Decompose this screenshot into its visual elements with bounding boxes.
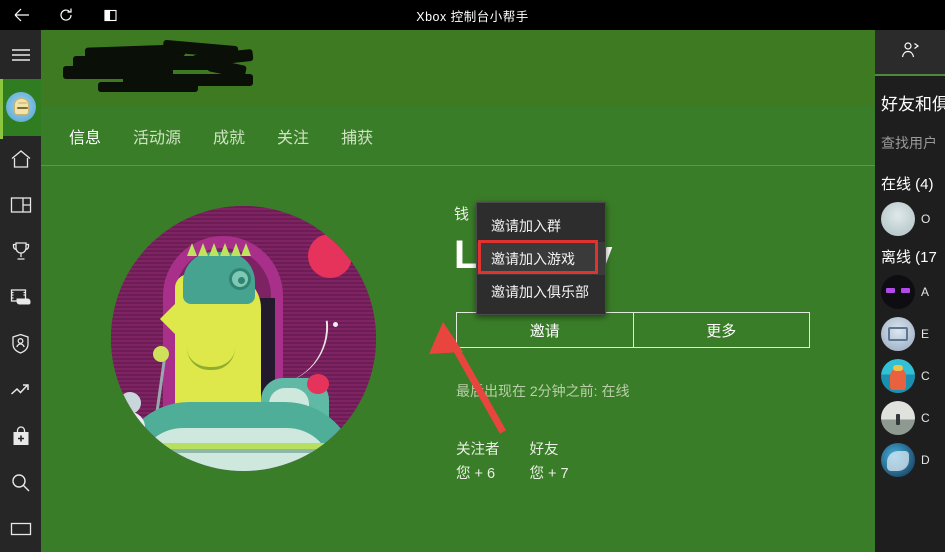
rail-avatar[interactable] bbox=[0, 79, 41, 140]
menu-item-invite-to-club[interactable]: 邀请加入俱乐部 bbox=[477, 275, 605, 308]
console-icon bbox=[10, 522, 32, 536]
window-snap-icon[interactable] bbox=[88, 0, 132, 30]
avatar bbox=[5, 92, 36, 123]
left-navigation-rail bbox=[0, 30, 41, 552]
hamburger-menu-icon[interactable] bbox=[0, 30, 41, 79]
friends-value: 您 + 7 bbox=[529, 466, 569, 482]
menu-item-invite-to-party[interactable]: 邀请加入群 bbox=[477, 209, 605, 242]
sidebar-item-home[interactable] bbox=[0, 136, 41, 182]
redacted-gamertag bbox=[63, 38, 254, 93]
tabs-divider bbox=[41, 165, 875, 166]
back-arrow-icon[interactable] bbox=[0, 0, 44, 30]
refresh-icon[interactable] bbox=[44, 0, 88, 30]
gamerpic-creature-eye bbox=[229, 268, 251, 290]
sidebar-item-clubs[interactable] bbox=[0, 321, 41, 367]
sidebar-item-captures[interactable] bbox=[0, 274, 41, 320]
gamerpic-rod-knob bbox=[153, 346, 169, 362]
tab-activity[interactable]: 活动源 bbox=[131, 120, 183, 152]
gamerpic-creature-spikes bbox=[187, 242, 251, 256]
search-users-input[interactable]: 查找用户 bbox=[881, 127, 945, 167]
followers-value: 您 + 6 bbox=[456, 466, 496, 482]
friends-label: 好友 bbox=[529, 442, 559, 458]
profile-stats: 关注者 您 + 6 好友 您 + 7 bbox=[456, 438, 569, 483]
friends-stat[interactable]: 好友 您 + 7 bbox=[530, 438, 569, 483]
avatar bbox=[881, 275, 915, 309]
avatar bbox=[881, 359, 915, 393]
group-online-label[interactable]: 在线 (4) bbox=[875, 167, 945, 198]
friend-name: D bbox=[921, 453, 930, 467]
avatar bbox=[881, 443, 915, 477]
gamerpic-ground bbox=[111, 443, 376, 449]
tab-captures[interactable]: 捕获 bbox=[339, 120, 375, 152]
layout-split-icon bbox=[10, 196, 32, 214]
sidebar-item-social[interactable] bbox=[0, 182, 41, 228]
gamerscore-label: 钱 bbox=[454, 206, 470, 223]
trending-up-icon bbox=[10, 382, 32, 398]
group-offline-label[interactable]: 离线 (17 bbox=[875, 240, 945, 271]
sidebar-item-search[interactable] bbox=[0, 459, 41, 505]
person-add-icon bbox=[900, 41, 920, 64]
followers-label: 关注者 bbox=[456, 442, 500, 458]
profile-tabs: 信息 活动源 成就 关注 捕获 bbox=[41, 106, 875, 166]
sidebar-title: 好友和俱 bbox=[881, 95, 945, 114]
shield-person-icon bbox=[11, 333, 30, 355]
list-item[interactable]: C bbox=[875, 397, 945, 439]
search-icon bbox=[10, 472, 31, 493]
game-capture-icon bbox=[10, 288, 32, 307]
add-friend-button[interactable] bbox=[875, 30, 945, 76]
window-title: Xbox 控制台小帮手 bbox=[416, 9, 529, 24]
tab-info[interactable]: 信息 bbox=[67, 120, 103, 152]
avatar bbox=[881, 317, 915, 351]
sidebar-item-store[interactable] bbox=[0, 413, 41, 459]
avatar bbox=[881, 202, 915, 236]
friend-name: O bbox=[921, 212, 931, 226]
store-bag-icon bbox=[11, 426, 31, 447]
gamerpic[interactable] bbox=[111, 206, 376, 471]
selection-indicator bbox=[0, 79, 3, 140]
site-watermark: CG 电玩 bbox=[853, 542, 875, 552]
title-bar: Xbox 控制台小帮手 bbox=[0, 0, 945, 30]
gamerpic-decor-dot bbox=[308, 234, 352, 278]
gamerpic-lamp-top bbox=[119, 392, 141, 414]
annotation-highlight-box bbox=[478, 240, 598, 274]
list-item[interactable]: A bbox=[875, 271, 945, 313]
profile-main-panel: 信息 活动源 成就 关注 捕获 钱 L 邀请 更多 最后出现在 2分钟之前: 在… bbox=[41, 30, 875, 552]
list-item[interactable]: C bbox=[875, 355, 945, 397]
list-item[interactable]: E bbox=[875, 313, 945, 355]
list-item[interactable]: O bbox=[875, 198, 945, 240]
gamerpic-antenna-dot bbox=[333, 322, 338, 327]
sidebar-item-achievements[interactable] bbox=[0, 228, 41, 274]
friend-name: A bbox=[921, 285, 930, 299]
sidebar-item-console[interactable] bbox=[0, 506, 41, 552]
profile-header bbox=[41, 30, 875, 106]
annotation-arrow bbox=[429, 322, 507, 434]
more-button[interactable]: 更多 bbox=[633, 312, 810, 348]
avatar bbox=[881, 401, 915, 435]
gamerpic-chair-accent bbox=[307, 374, 329, 394]
trophy-icon bbox=[11, 241, 31, 261]
friend-name: E bbox=[921, 327, 930, 341]
friend-name: C bbox=[921, 369, 930, 383]
list-item[interactable]: D bbox=[875, 439, 945, 481]
friend-name: C bbox=[921, 411, 930, 425]
sidebar-item-trending[interactable] bbox=[0, 367, 41, 413]
tab-achievements[interactable]: 成就 bbox=[211, 120, 247, 152]
tab-following[interactable]: 关注 bbox=[275, 120, 311, 152]
xbox-console-companion-window: Xbox 控制台小帮手 信息 活动源 成就 关注 捕获 钱 L 邀请 更多 最后… bbox=[0, 0, 945, 552]
home-icon bbox=[10, 149, 32, 169]
followers-stat[interactable]: 关注者 您 + 6 bbox=[456, 438, 500, 483]
friends-sidebar: 好友和俱 查找用户 在线 (4) O 离线 (17 A E C C D bbox=[875, 30, 945, 552]
